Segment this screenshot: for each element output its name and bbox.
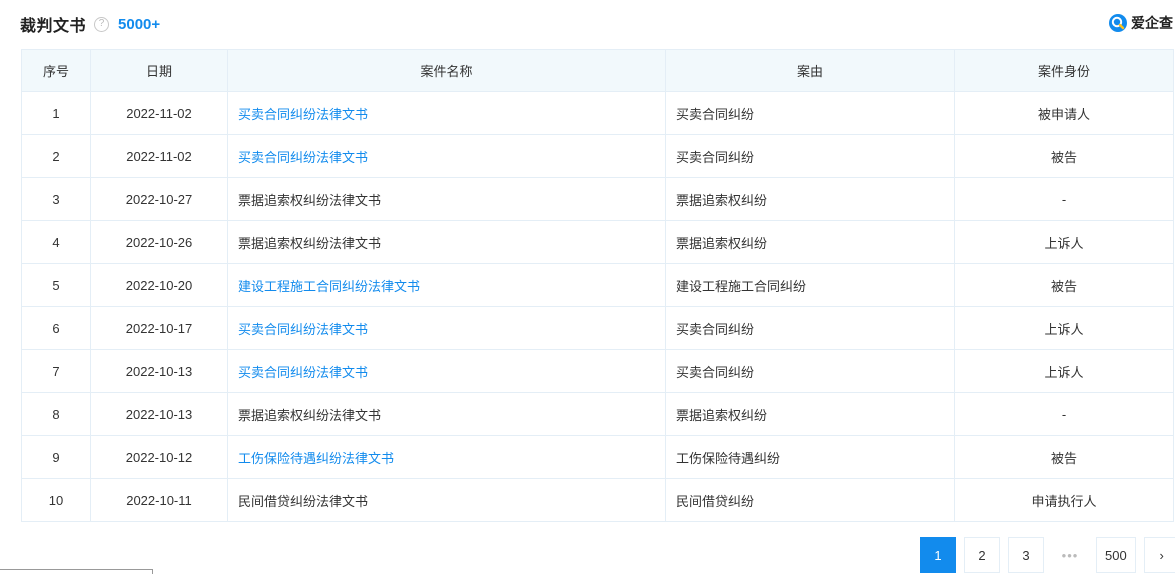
row-date: 2022-10-17 (90, 306, 228, 350)
table-row: 3 2022-10-27 票据追索权纠纷法律文书 票据追索权纠纷 - (21, 177, 1174, 221)
row-role: - (954, 392, 1174, 436)
row-index: 7 (21, 349, 91, 393)
row-cause: 买卖合同纠纷 (665, 306, 955, 350)
table-row: 10 2022-10-11 民间借贷纠纷法律文书 民间借贷纠纷 申请执行人 (21, 478, 1174, 522)
row-cause: 票据追索权纠纷 (665, 220, 955, 264)
row-date: 2022-10-26 (90, 220, 228, 264)
row-index: 1 (21, 91, 91, 135)
section-header: 裁判文书 ? 5000+ (20, 10, 160, 38)
case-name-link[interactable]: 建设工程施工合同纠纷法律文书 (238, 279, 420, 294)
row-index: 4 (21, 220, 91, 264)
row-index: 8 (21, 392, 91, 436)
row-role: 上诉人 (954, 220, 1174, 264)
table-row: 4 2022-10-26 票据追索权纠纷法律文书 票据追索权纠纷 上诉人 (21, 220, 1174, 264)
row-cause: 票据追索权纠纷 (665, 392, 955, 436)
case-name-text: 票据追索权纠纷法律文书 (238, 407, 382, 423)
table-row: 5 2022-10-20 建设工程施工合同纠纷法律文书 建设工程施工合同纠纷 被告 (21, 263, 1174, 307)
table-body: 1 2022-11-02 买卖合同纠纷法律文书 买卖合同纠纷 被申请人 2 2022-11-… (21, 91, 1174, 522)
section-title: 裁判文书 (20, 18, 87, 35)
pagination-ellipsis: ••• (1052, 537, 1088, 573)
chevron-right-icon: › (1159, 547, 1164, 563)
row-index: 3 (21, 177, 91, 221)
row-case-name-cell: 买卖合同纠纷法律文书 (227, 349, 666, 393)
row-index: 2 (21, 134, 91, 178)
column-header-case-name: 案件名称 (227, 49, 666, 92)
row-cause: 买卖合同纠纷 (665, 349, 955, 393)
pagination: 1 2 3 ••• 500 › (920, 537, 1175, 573)
row-case-name-cell: 民间借贷纠纷法律文书 (227, 478, 666, 522)
judgment-table-container: 序号 日期 案件名称 案由 案件身份 1 2022-11-02 买卖合同纠纷法律文书… (21, 49, 1175, 522)
table-row: 6 2022-10-17 买卖合同纠纷法律文书 买卖合同纠纷 上诉人 (21, 306, 1174, 350)
row-case-name-cell: 票据追索权纠纷法律文书 (227, 220, 666, 264)
row-case-name-cell: 买卖合同纠纷法律文书 (227, 134, 666, 178)
row-case-name-cell: 买卖合同纠纷法律文书 (227, 306, 666, 350)
row-role: 被告 (954, 134, 1174, 178)
result-count: 5000+ (118, 15, 161, 33)
row-date: 2022-10-11 (90, 478, 228, 522)
case-name-link[interactable]: 工伤保险待遇纠纷法律文书 (238, 451, 394, 466)
row-cause: 建设工程施工合同纠纷 (665, 263, 955, 307)
next-page-button[interactable]: › (1143, 537, 1175, 573)
row-cause: 工伤保险待遇纠纷 (665, 435, 955, 479)
bottom-tooltip-edge (0, 569, 153, 574)
row-role: 申请执行人 (954, 478, 1174, 522)
case-name-text: 票据追索权纠纷法律文书 (238, 235, 382, 251)
page-button-2[interactable]: 2 (964, 537, 1000, 573)
row-date: 2022-11-02 (90, 134, 228, 178)
page-button-last[interactable]: 500 (1096, 537, 1136, 573)
column-header-role: 案件身份 (954, 49, 1174, 92)
brand-name: 爱企查 (1131, 15, 1173, 31)
row-date: 2022-10-27 (90, 177, 228, 221)
case-name-text: 民间借贷纠纷法律文书 (238, 493, 369, 509)
row-date: 2022-10-12 (90, 435, 228, 479)
row-role: 被告 (954, 435, 1174, 479)
table-header-row: 序号 日期 案件名称 案由 案件身份 (21, 49, 1174, 92)
row-index: 9 (21, 435, 91, 479)
row-case-name-cell: 票据追索权纠纷法律文书 (227, 177, 666, 221)
row-role: 被告 (954, 263, 1174, 307)
brand: 爱企查 (1108, 12, 1173, 34)
row-cause: 买卖合同纠纷 (665, 134, 955, 178)
row-role: - (954, 177, 1174, 221)
row-date: 2022-11-02 (90, 91, 228, 135)
row-index: 10 (21, 478, 91, 522)
judgment-table: 序号 日期 案件名称 案由 案件身份 1 2022-11-02 买卖合同纠纷法律文书… (21, 49, 1174, 522)
page-button-1[interactable]: 1 (920, 537, 956, 573)
row-date: 2022-10-13 (90, 349, 228, 393)
row-case-name-cell: 票据追索权纠纷法律文书 (227, 392, 666, 436)
row-date: 2022-10-13 (90, 392, 228, 436)
table-row: 2 2022-11-02 买卖合同纠纷法律文书 买卖合同纠纷 被告 (21, 134, 1174, 178)
case-name-link[interactable]: 买卖合同纠纷法律文书 (238, 150, 368, 165)
case-name-link[interactable]: 买卖合同纠纷法律文书 (238, 365, 368, 380)
row-index: 6 (21, 306, 91, 350)
page-button-3[interactable]: 3 (1008, 537, 1044, 573)
column-header-date: 日期 (90, 49, 228, 92)
page: 裁判文书 ? 5000+ 爱企查 序号 日期 案件名称 案由 案件身份 1 20… (0, 0, 1175, 574)
question-icon[interactable]: ? (94, 16, 110, 32)
column-header-index: 序号 (21, 49, 91, 92)
table-row: 9 2022-10-12 工伤保险待遇纠纷法律文书 工伤保险待遇纠纷 被告 (21, 435, 1174, 479)
search-logo-icon (1109, 14, 1127, 32)
column-header-cause: 案由 (665, 49, 955, 92)
case-name-link[interactable]: 买卖合同纠纷法律文书 (238, 322, 368, 337)
row-role: 上诉人 (954, 306, 1174, 350)
table-row: 7 2022-10-13 买卖合同纠纷法律文书 买卖合同纠纷 上诉人 (21, 349, 1174, 393)
row-role: 被申请人 (954, 91, 1174, 135)
row-index: 5 (21, 263, 91, 307)
case-name-text: 票据追索权纠纷法律文书 (238, 192, 382, 208)
row-cause: 买卖合同纠纷 (665, 91, 955, 135)
table-row: 1 2022-11-02 买卖合同纠纷法律文书 买卖合同纠纷 被申请人 (21, 91, 1174, 135)
row-case-name-cell: 建设工程施工合同纠纷法律文书 (227, 263, 666, 307)
row-date: 2022-10-20 (90, 263, 228, 307)
row-cause: 票据追索权纠纷 (665, 177, 955, 221)
case-name-link[interactable]: 买卖合同纠纷法律文书 (238, 107, 368, 122)
row-case-name-cell: 买卖合同纠纷法律文书 (227, 91, 666, 135)
row-cause: 民间借贷纠纷 (665, 478, 955, 522)
row-case-name-cell: 工伤保险待遇纠纷法律文书 (227, 435, 666, 479)
table-row: 8 2022-10-13 票据追索权纠纷法律文书 票据追索权纠纷 - (21, 392, 1174, 436)
row-role: 上诉人 (954, 349, 1174, 393)
